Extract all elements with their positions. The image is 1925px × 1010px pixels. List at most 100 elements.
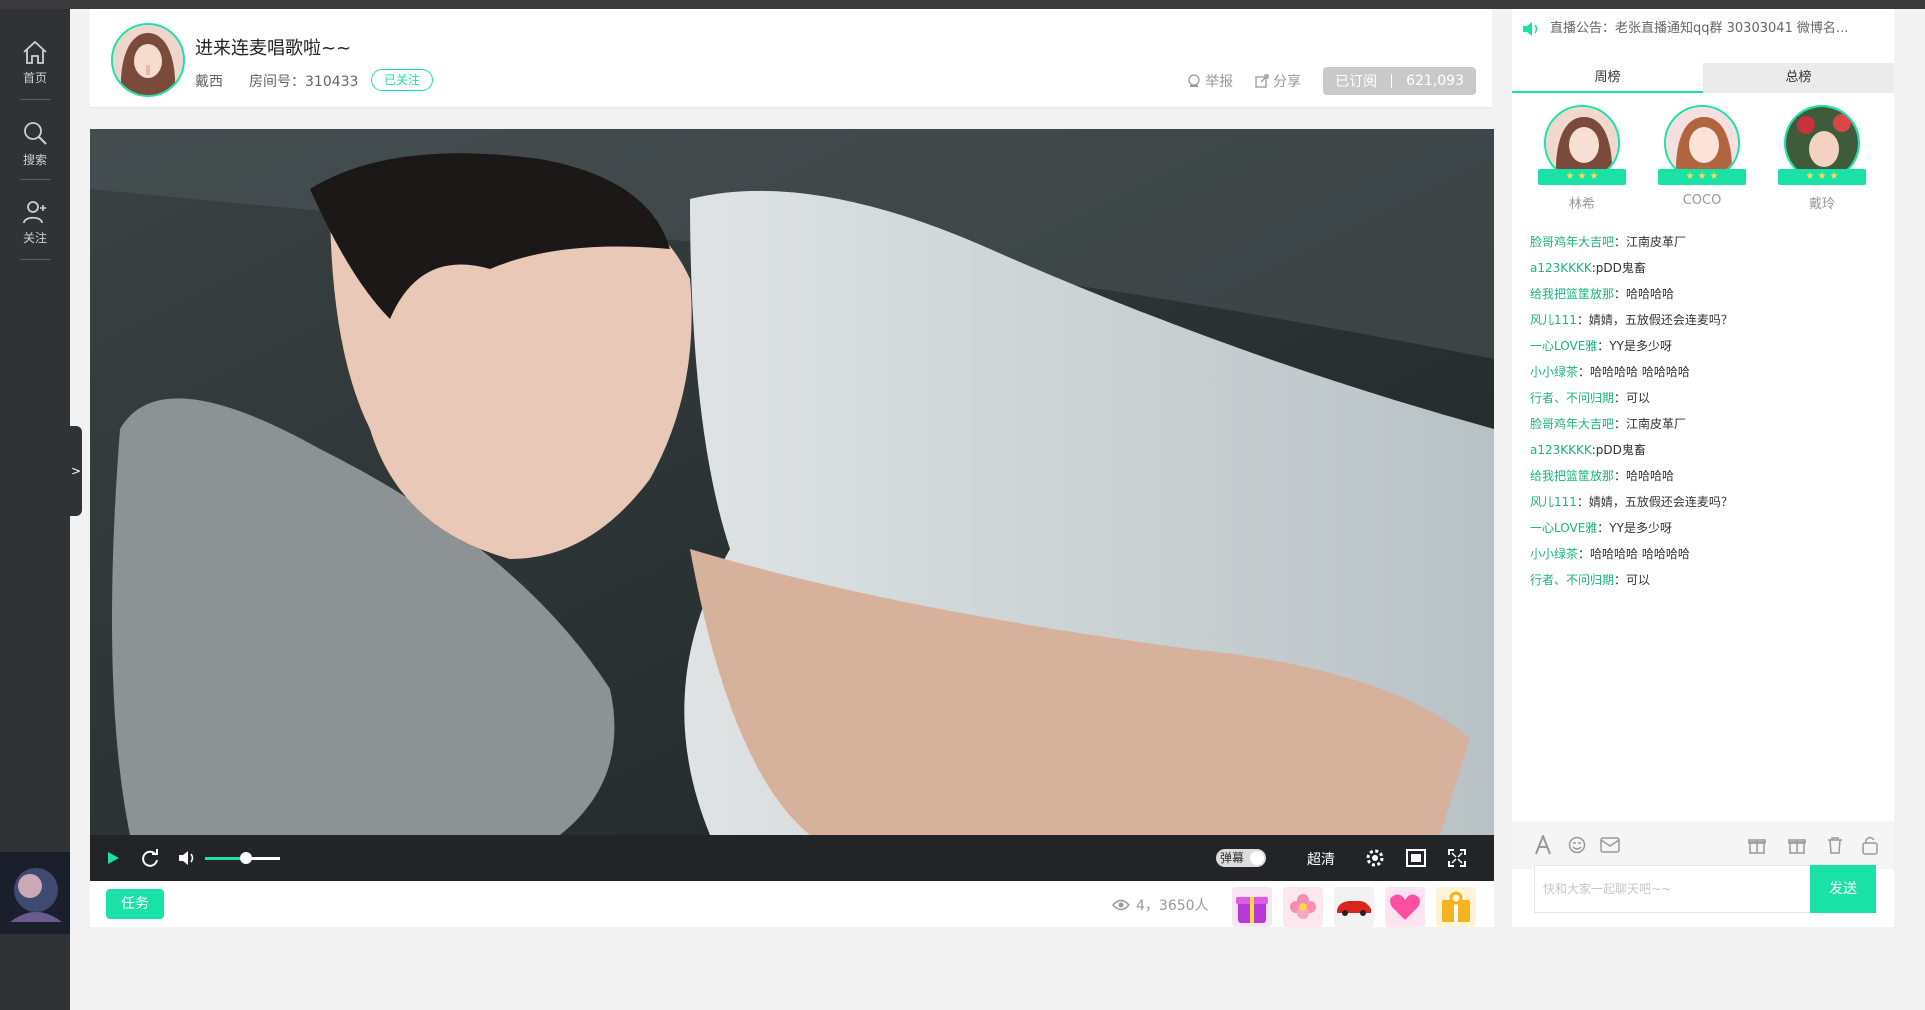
chat-text: ：YY是多少呀 [1597, 521, 1672, 535]
settings-button[interactable] [1364, 835, 1386, 881]
room-meta: 戴西 房间号：310433 [195, 71, 384, 91]
chat-username[interactable]: a123KKKK [1530, 443, 1592, 457]
chat-username[interactable]: 小小绿茶 [1530, 365, 1578, 379]
tab-weekly[interactable]: 周榜 [1512, 63, 1703, 93]
volume-button[interactable] [178, 835, 196, 881]
chat-username[interactable]: 一心LOVE雅 [1530, 521, 1597, 535]
player-bottom-bar: 任务 4，3650人 [90, 881, 1494, 927]
chat-username[interactable]: 风儿111 [1530, 495, 1577, 509]
gift-item[interactable] [1334, 887, 1374, 927]
room-header: 进来连麦唱歌啦~~ 戴西 房间号：310433 已关注 举报 分享 已订阅 621… [90, 9, 1492, 108]
volume-slider[interactable] [205, 852, 280, 864]
chat-username[interactable]: 给我把篮筐放那 [1530, 469, 1614, 483]
chat-message: 脸哥鸡年大吉吧：江南皮革厂 [1530, 229, 1890, 255]
streamer-avatar[interactable] [111, 23, 185, 97]
viewer-count-value: 4，3650人 [1136, 898, 1209, 914]
ranking-tabs: 周榜 总榜 [1512, 63, 1894, 93]
nav-search-label: 搜索 [22, 153, 47, 167]
gift-box-icon [1236, 897, 1268, 923]
gift-item[interactable] [1283, 887, 1323, 927]
font-style-icon[interactable] [1534, 835, 1552, 855]
report-button[interactable]: 举报 [1187, 71, 1233, 91]
speaker-icon [1523, 22, 1538, 36]
chat-username[interactable]: a123KKKK [1530, 261, 1592, 275]
chat-text: ：婧婧，五放假还会连麦吗？ [1576, 495, 1733, 509]
chat-message: 小小绿茶：哈哈哈哈 哈哈哈哈 [1530, 541, 1890, 567]
video-player[interactable]: 弹幕 超清 任务 4，3650人 [90, 129, 1494, 927]
search-icon [24, 122, 47, 145]
chat-username[interactable]: 脸哥鸡年大吉吧 [1530, 417, 1614, 431]
trash-icon[interactable] [1826, 836, 1844, 854]
chat-text: :pDD鬼畜 [1591, 261, 1646, 275]
gift-item[interactable] [1232, 887, 1272, 927]
rank-item[interactable]: ★ ★ ★ COCO [1652, 105, 1752, 208]
chat-text: ：可以 [1614, 573, 1651, 587]
thumbnail-image [10, 868, 62, 922]
eye-icon [1112, 899, 1130, 911]
subscriber-count: 621,093 [1406, 73, 1464, 89]
chat-message: 脸哥鸡年大吉吧：江南皮革厂 [1530, 411, 1890, 437]
window-top-bar [0, 0, 1925, 9]
chat-text: ：婧婧，五放假还会连麦吗？ [1576, 313, 1733, 327]
volume-slider-handle[interactable] [240, 852, 253, 864]
nav-divider [20, 99, 50, 100]
chat-list: 脸哥鸡年大吉吧：江南皮革厂 a123KKKK:pDD鬼畜 给我把篮筐放那：哈哈哈哈风… [1530, 229, 1890, 593]
send-button[interactable]: 发送 [1810, 865, 1876, 913]
chat-text: ：哈哈哈哈 [1614, 469, 1675, 483]
chat-text: ：江南皮革厂 [1614, 235, 1687, 249]
danmu-toggle[interactable]: 弹幕 [1216, 849, 1266, 867]
chat-message: a123KKKK:pDD鬼畜 [1530, 255, 1890, 281]
emoji-icon[interactable] [1568, 836, 1586, 854]
gift-item[interactable] [1385, 887, 1425, 927]
nav-search[interactable]: 搜索 [0, 105, 70, 179]
subscribe-divider [1391, 74, 1393, 88]
gift-item[interactable] [1436, 887, 1476, 927]
nav-home[interactable]: 首页 [0, 25, 70, 99]
chat-message: 小小绿茶：哈哈哈哈 哈哈哈哈 [1530, 359, 1890, 385]
gift-icon[interactable] [1748, 836, 1766, 854]
refresh-icon [142, 849, 158, 867]
rank-name: COCO [1682, 193, 1722, 208]
chat-username[interactable]: 行者、不问归期 [1530, 573, 1614, 587]
present-icon [1442, 891, 1470, 922]
lock-icon[interactable] [1862, 835, 1878, 855]
quality-selector[interactable]: 超清 [1307, 849, 1335, 869]
mail-icon[interactable] [1600, 837, 1620, 853]
rank-item[interactable]: ★ ★ ★ 戴玲 [1772, 105, 1872, 212]
left-nav: 首页 搜索 关注 [0, 9, 70, 1010]
subscribed-label: 已订阅 [1335, 74, 1378, 90]
nav-follow[interactable]: 关注 [0, 185, 70, 259]
sidebar-expand-button[interactable]: > [70, 426, 82, 516]
share-button[interactable]: 分享 [1255, 71, 1301, 91]
refresh-button[interactable] [140, 835, 160, 881]
chat-message: a123KKKK:pDD鬼畜 [1530, 437, 1890, 463]
home-icon [23, 40, 47, 64]
task-button[interactable]: 任务 [106, 889, 164, 919]
follow-button[interactable]: 已关注 [371, 69, 433, 91]
play-button[interactable] [106, 835, 120, 881]
chat-username[interactable]: 小小绿茶 [1530, 547, 1578, 561]
subscribe-button[interactable]: 已订阅 621,093 [1323, 67, 1476, 95]
theater-mode-button[interactable] [1406, 835, 1426, 881]
fullscreen-button[interactable] [1448, 835, 1466, 881]
announcement-bar: 直播公告：老张直播通知qq群 30303041 微博名... [1512, 9, 1894, 49]
rank-name: 戴玲 [1808, 197, 1835, 212]
theater-mode-icon [1406, 849, 1426, 867]
flower-icon [1290, 894, 1316, 919]
user-add-icon [23, 201, 46, 224]
rank-item[interactable]: ★ ★ ★ 林希 [1532, 105, 1632, 212]
chat-username[interactable]: 行者、不问归期 [1530, 391, 1614, 405]
chat-username[interactable]: 脸哥鸡年大吉吧 [1530, 235, 1614, 249]
announcement-text: 直播公告：老张直播通知qq群 30303041 微博名... [1550, 21, 1849, 36]
danmu-toggle-knob [1250, 851, 1264, 865]
chat-input[interactable]: 快和大家一起聊天吧~~ [1534, 865, 1832, 913]
chat-message: 风儿111：婧婧，五放假还会连麦吗？ [1530, 489, 1890, 515]
package-icon[interactable] [1788, 836, 1806, 854]
mini-player-thumbnail[interactable] [0, 852, 70, 934]
streamer-name[interactable]: 戴西 [195, 74, 223, 90]
share-label: 分享 [1273, 74, 1302, 90]
chat-username[interactable]: 给我把篮筐放那 [1530, 287, 1614, 301]
chat-username[interactable]: 一心LOVE雅 [1530, 339, 1597, 353]
tab-overall[interactable]: 总榜 [1703, 63, 1894, 93]
chat-username[interactable]: 风儿111 [1530, 313, 1577, 327]
